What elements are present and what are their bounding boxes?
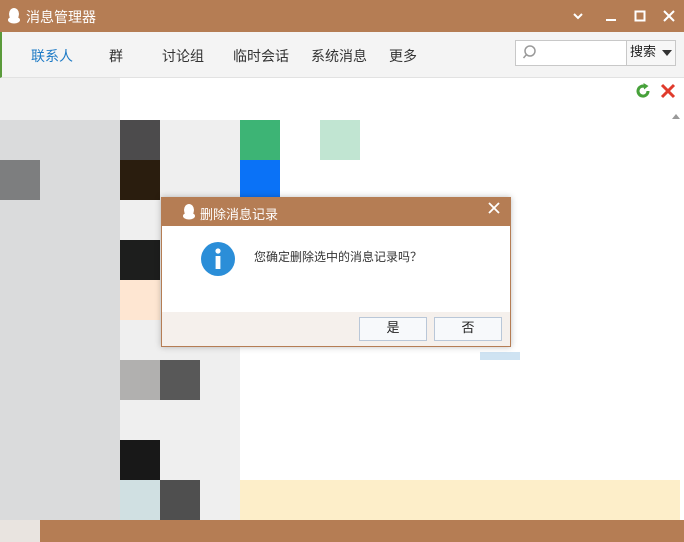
maximize-icon: [634, 10, 646, 22]
message-thumbnail: [240, 160, 280, 200]
search-button-label: 搜索: [630, 45, 657, 60]
delete-icon: [660, 83, 676, 99]
avatar: [120, 160, 160, 200]
tab-temp-sessions[interactable]: 临时会话: [233, 46, 289, 66]
tab-groups[interactable]: 群: [109, 46, 123, 66]
delete-confirm-dialog: 删除消息记录 您确定删除选中的消息记录吗？ 是 否: [161, 197, 511, 347]
list-item-avatar: [0, 160, 40, 200]
search-field[interactable]: [542, 43, 626, 65]
selected-message-row[interactable]: [240, 480, 680, 520]
message-fragment: [480, 352, 520, 360]
message-thumbnail: [320, 120, 360, 160]
list-cell: [120, 400, 160, 440]
qq-penguin-icon: [182, 204, 196, 220]
minimize-icon: [606, 19, 616, 21]
avatar: [120, 440, 160, 480]
status-bar-left: [0, 520, 40, 542]
avatar: [160, 480, 200, 520]
tab-more[interactable]: 更多: [389, 46, 417, 66]
dropdown-arrow-icon: [662, 50, 672, 56]
minimize-button[interactable]: [599, 4, 623, 28]
tab-system-messages[interactable]: 系统消息: [311, 46, 367, 66]
avatar: [120, 360, 160, 400]
close-button[interactable]: [657, 4, 681, 28]
refresh-button[interactable]: [634, 82, 652, 100]
info-icon: [200, 241, 236, 277]
avatar: [120, 120, 160, 160]
status-bar: [40, 520, 684, 542]
maximize-button[interactable]: [628, 4, 652, 28]
delete-button[interactable]: [659, 82, 677, 100]
window-menu-button[interactable]: [566, 4, 590, 28]
left-header-area: [0, 78, 120, 120]
tab-discussions[interactable]: 讨论组: [162, 46, 204, 66]
search-input[interactable]: [515, 40, 627, 66]
avatar: [120, 480, 160, 520]
search-icon: [522, 45, 536, 59]
avatar: [120, 280, 160, 320]
no-button[interactable]: 否: [434, 317, 502, 341]
scroll-up-arrow[interactable]: [672, 108, 680, 119]
list-cell: [120, 320, 160, 360]
tab-contacts[interactable]: 联系人: [31, 46, 73, 66]
dialog-close-button[interactable]: [484, 202, 504, 218]
close-icon: [663, 10, 675, 22]
refresh-icon: [636, 83, 650, 98]
list-cell: [120, 200, 160, 240]
yes-button[interactable]: 是: [359, 317, 427, 341]
avatar: [120, 240, 160, 280]
close-icon: [488, 202, 500, 214]
message-thumbnail: [240, 120, 280, 160]
window-title: 消息管理器: [26, 10, 96, 26]
search-button[interactable]: 搜索: [626, 40, 676, 66]
dialog-title: 删除消息记录: [200, 208, 279, 223]
qq-penguin-icon: [7, 8, 21, 24]
dialog-message: 您确定删除选中的消息记录吗？: [254, 250, 423, 264]
chevron-down-icon: [573, 13, 583, 20]
avatar: [160, 360, 200, 400]
